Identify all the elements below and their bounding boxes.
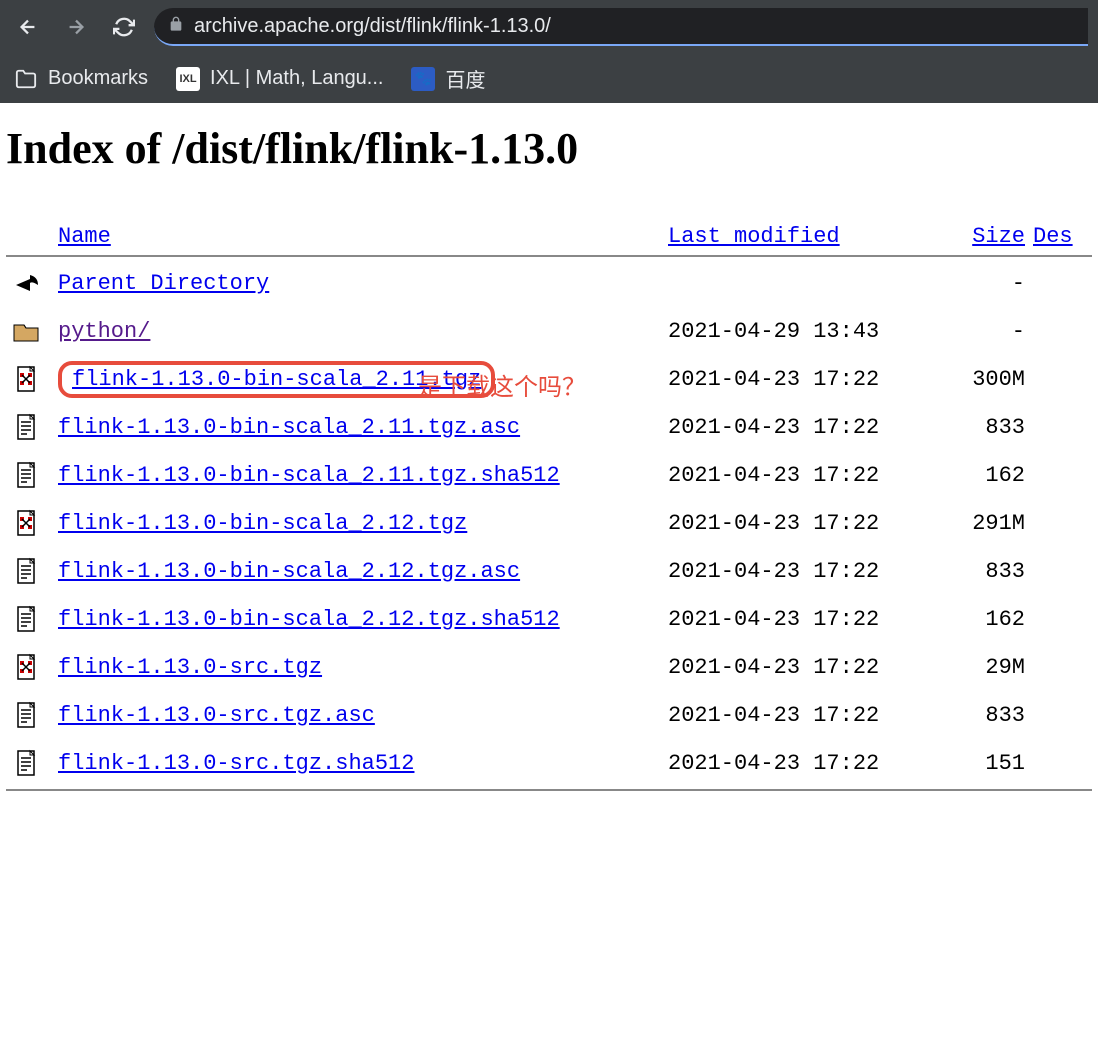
baidu-icon: 🐾: [411, 67, 435, 91]
file-size: 291M: [938, 511, 1033, 536]
file-size: 162: [938, 463, 1033, 488]
sort-lastmod[interactable]: Last modified: [668, 224, 840, 249]
file-name-cell: python/: [58, 319, 668, 344]
file-link[interactable]: flink-1.13.0-bin-scala_2.11.tgz.asc: [58, 415, 520, 440]
user-annotation: 是下载这个吗？: [418, 367, 586, 402]
archive-icon: [6, 509, 58, 537]
table-row: flink-1.13.0-bin-scala_2.11.tgz.asc 2021-…: [6, 403, 1092, 451]
sort-name[interactable]: Name: [58, 224, 111, 249]
file-link[interactable]: flink-1.13.0-src.tgz.asc: [58, 703, 375, 728]
file-name-cell: flink-1.13.0-src.tgz: [58, 655, 668, 680]
bookmark-ixl[interactable]: IXL IXL | Math, Langu...: [176, 67, 383, 91]
file-name-cell: flink-1.13.0-bin-scala_2.12.tgz: [58, 511, 668, 536]
file-size: 833: [938, 703, 1033, 728]
file-link[interactable]: flink-1.13.0-bin-scala_2.12.tgz: [58, 511, 467, 536]
address-bar[interactable]: archive.apache.org/dist/flink/flink-1.13…: [154, 8, 1088, 46]
file-size: -: [938, 319, 1033, 344]
text-icon: [6, 605, 58, 633]
bookmark-label: 百度: [445, 64, 485, 93]
file-name-cell: flink-1.13.0-src.tgz.sha512: [58, 751, 668, 776]
sort-size[interactable]: Size: [972, 224, 1025, 249]
page-title: Index of /dist/flink/flink-1.13.0: [6, 123, 1092, 174]
file-link[interactable]: flink-1.13.0-bin-scala_2.12.tgz.sha512: [58, 607, 560, 632]
table-row: Parent Directory -: [6, 259, 1092, 307]
file-size: 29M: [938, 655, 1033, 680]
file-date: 2021-04-23 17:22: [668, 511, 938, 536]
text-icon: [6, 413, 58, 441]
file-size: 162: [938, 607, 1033, 632]
file-name-cell: flink-1.13.0-bin-scala_2.11.tgz.asc: [58, 415, 668, 440]
file-size: 833: [938, 559, 1033, 584]
table-row: python/2021-04-29 13:43-: [6, 307, 1092, 355]
file-link[interactable]: flink-1.13.0-src.tgz.sha512: [58, 751, 414, 776]
table-row: flink-1.13.0-src.tgz.asc 2021-04-23 17:22…: [6, 691, 1092, 739]
bookmark-label: IXL | Math, Langu...: [210, 67, 383, 90]
table-row: flink-1.13.0-bin-scala_2.12.tgz 2021-04-2…: [6, 499, 1092, 547]
file-link[interactable]: flink-1.13.0-src.tgz: [58, 655, 322, 680]
file-date: 2021-04-23 17:22: [668, 559, 938, 584]
file-date: 2021-04-29 13:43: [668, 319, 938, 344]
table-row: flink-1.13.0-src.tgz.sha512 2021-04-23 17…: [6, 739, 1092, 787]
file-date: 2021-04-23 17:22: [668, 367, 938, 392]
browser-nav-bar: archive.apache.org/dist/flink/flink-1.13…: [0, 0, 1098, 54]
text-icon: [6, 749, 58, 777]
file-link[interactable]: flink-1.13.0-bin-scala_2.12.tgz.asc: [58, 559, 520, 584]
back-icon: [6, 269, 58, 297]
file-date: 2021-04-23 17:22: [668, 607, 938, 632]
divider: [6, 789, 1092, 791]
bookmark-baidu[interactable]: 🐾 百度: [411, 64, 485, 93]
archive-icon: [6, 365, 58, 393]
table-header: Name Last modified Size Des: [6, 220, 1092, 253]
file-name-cell: flink-1.13.0-src.tgz.asc: [58, 703, 668, 728]
file-date: 2021-04-23 17:22: [668, 751, 938, 776]
table-row: flink-1.13.0-bin-scala_2.11.tgz.sha512 20…: [6, 451, 1092, 499]
lock-icon: [168, 16, 184, 37]
file-date: 2021-04-23 17:22: [668, 703, 938, 728]
sort-desc[interactable]: Des: [1033, 224, 1073, 249]
bookmark-label: Bookmarks: [48, 67, 148, 90]
file-link[interactable]: flink-1.13.0-bin-scala_2.11.tgz.sha512: [58, 463, 560, 488]
file-size: 833: [938, 415, 1033, 440]
bookmarks-folder[interactable]: Bookmarks: [14, 67, 148, 91]
forward-button[interactable]: [58, 9, 94, 45]
file-name-cell: flink-1.13.0-bin-scala_2.12.tgz.sha512: [58, 607, 668, 632]
table-row: flink-1.13.0-src.tgz 2021-04-23 17:22 29M: [6, 643, 1092, 691]
text-icon: [6, 557, 58, 585]
back-button[interactable]: [10, 9, 46, 45]
file-name-cell: Parent Directory: [58, 271, 668, 296]
file-size: 151: [938, 751, 1033, 776]
url-text: archive.apache.org/dist/flink/flink-1.13…: [194, 15, 551, 38]
file-name-cell: flink-1.13.0-bin-scala_2.12.tgz.asc: [58, 559, 668, 584]
file-name-cell: flink-1.13.0-bin-scala_2.11.tgz.sha512: [58, 463, 668, 488]
divider: [6, 255, 1092, 257]
folder-icon: [6, 317, 58, 345]
text-icon: [6, 701, 58, 729]
file-link[interactable]: python/: [58, 319, 150, 344]
file-date: 2021-04-23 17:22: [668, 463, 938, 488]
ixl-icon: IXL: [176, 67, 200, 91]
file-date: 2021-04-23 17:22: [668, 655, 938, 680]
file-date: 2021-04-23 17:22: [668, 415, 938, 440]
bookmarks-bar: Bookmarks IXL IXL | Math, Langu... 🐾 百度: [0, 54, 1098, 103]
text-icon: [6, 461, 58, 489]
reload-button[interactable]: [106, 9, 142, 45]
file-size: -: [938, 271, 1033, 296]
table-row: flink-1.13.0-bin-scala_2.12.tgz.asc 2021-…: [6, 547, 1092, 595]
archive-icon: [6, 653, 58, 681]
table-row: flink-1.13.0-bin-scala_2.12.tgz.sha512 20…: [6, 595, 1092, 643]
file-size: 300M: [938, 367, 1033, 392]
folder-icon: [14, 67, 38, 91]
file-link[interactable]: Parent Directory: [58, 271, 269, 296]
